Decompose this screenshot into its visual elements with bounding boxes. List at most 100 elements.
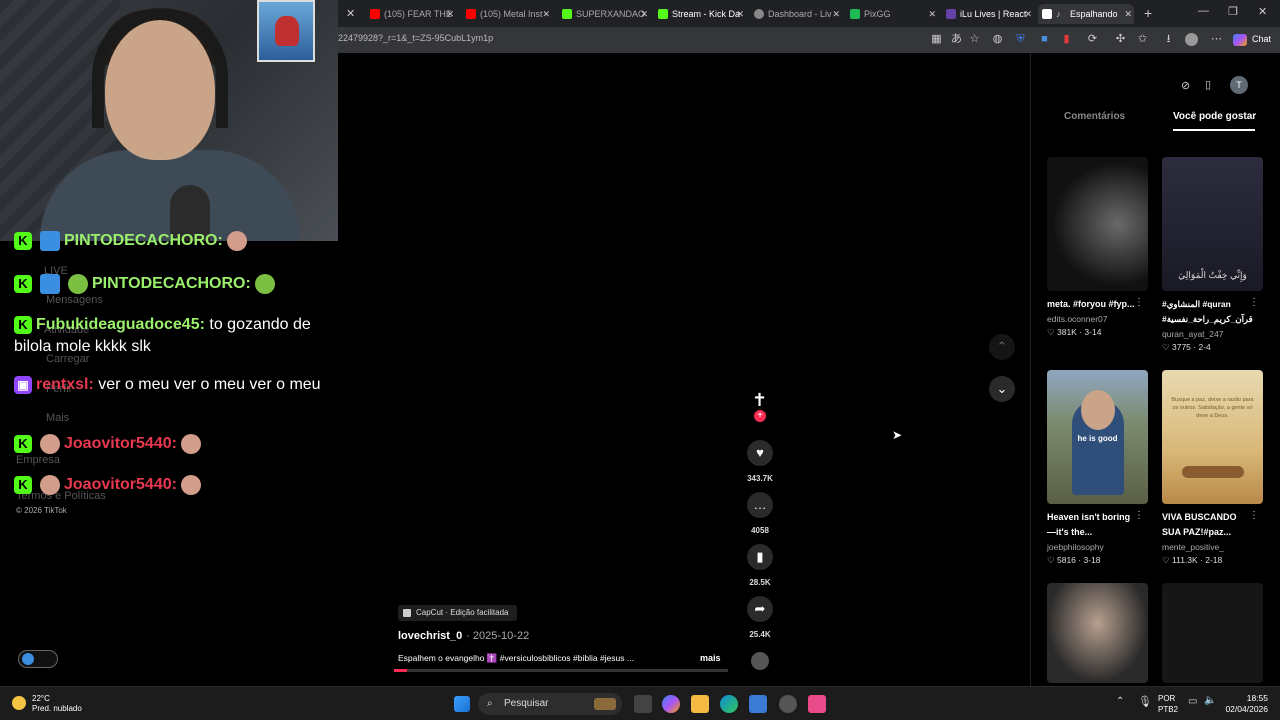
- tab-you-may-like[interactable]: Você pode gostar: [1173, 111, 1256, 122]
- tab-tiktok-active[interactable]: ♪ Espalhando ✕: [1038, 4, 1134, 24]
- card-author[interactable]: mente_positive_: [1162, 542, 1263, 552]
- sidebar-split-icon[interactable]: ▦: [930, 33, 943, 46]
- next-video-button[interactable]: ⌄: [989, 376, 1015, 402]
- copilot-chat-button[interactable]: Chat: [1252, 34, 1271, 44]
- tray-chevron-icon[interactable]: ⌃: [1116, 696, 1124, 707]
- volume-icon[interactable]: 🔈: [1204, 695, 1216, 706]
- close-tab-icon[interactable]: ✕: [736, 4, 744, 24]
- video-thumbnail[interactable]: [1047, 157, 1148, 291]
- creator-avatar[interactable]: ✝ +: [750, 390, 770, 422]
- taskbar-search[interactable]: ⌕ Pesquisar: [478, 693, 622, 715]
- close-window-icon[interactable]: ✕: [1258, 5, 1267, 18]
- app-icon[interactable]: [779, 695, 797, 713]
- tab-youtube-fear[interactable]: (105) FEAR THE ✕: [366, 4, 456, 24]
- card-author[interactable]: edits.oconner07: [1047, 314, 1148, 324]
- music-disc-icon[interactable]: [751, 652, 769, 670]
- tab-label: Espalhando: [1070, 9, 1118, 19]
- more-options-icon[interactable]: ⋮: [1249, 297, 1259, 308]
- comment-button[interactable]: …: [747, 492, 773, 518]
- recommended-video-card[interactable]: وَإِنِّي خِفْتُ الْمَوَالِيَ #المنشاوي #…: [1162, 157, 1263, 353]
- recommended-video-card[interactable]: Busque a paz, deixe a razão para os outr…: [1162, 370, 1263, 566]
- favorites-icon[interactable]: ✩: [1136, 33, 1149, 46]
- profile-avatar[interactable]: [1185, 33, 1198, 46]
- tab-pixgg[interactable]: PixGG ✕: [846, 4, 938, 24]
- translate-icon[interactable]: あ: [950, 33, 963, 46]
- weather-widget[interactable]: 22°C Pred. nublado: [12, 694, 82, 714]
- video-thumbnail[interactable]: وَإِنِّي خِفْتُ الْمَوَالِيَ: [1162, 157, 1263, 291]
- new-tab-icon[interactable]: +: [1144, 5, 1152, 21]
- tab-ilu-lives[interactable]: iLu Lives | React ✕: [942, 4, 1034, 24]
- shield-icon[interactable]: ⛨: [1014, 33, 1027, 46]
- task-view-icon[interactable]: [634, 695, 652, 713]
- more-options-icon[interactable]: ⋮: [1249, 510, 1259, 521]
- more-options-icon[interactable]: ⋮: [1134, 510, 1144, 521]
- compass-icon[interactable]: ⊘: [1181, 79, 1190, 92]
- more-menu-icon[interactable]: ⋯: [1210, 33, 1223, 46]
- card-author[interactable]: joebphilosophy: [1047, 542, 1148, 552]
- more-options-icon[interactable]: ⋮: [1134, 297, 1144, 308]
- microphone-icon[interactable]: 🎙: [1138, 695, 1152, 708]
- keyboard-language[interactable]: POR PTB2: [1158, 693, 1178, 715]
- author-name[interactable]: lovechrist_0: [398, 630, 462, 642]
- thumbnail-caption: Busque a paz, deixe a razão para os outr…: [1171, 397, 1254, 419]
- extensions-puzzle-icon[interactable]: ✣: [1114, 33, 1127, 46]
- download-icon[interactable]: ⭳: [1162, 33, 1175, 46]
- recommended-video-card[interactable]: meta. #foryou #fyp... edits.oconner07 ♡ …: [1047, 157, 1148, 338]
- extension-icon[interactable]: ◍: [991, 33, 1004, 46]
- share-button[interactable]: ➦: [747, 596, 773, 622]
- video-description: Espalhem o evangelho ✝️ #versiculosbibli…: [398, 653, 634, 663]
- close-tab-icon[interactable]: ✕: [346, 7, 355, 20]
- bookmark-button[interactable]: ▮: [747, 544, 773, 570]
- extension-icon[interactable]: ▮: [1060, 33, 1073, 46]
- close-tab-icon[interactable]: ✕: [1124, 4, 1132, 24]
- photos-icon[interactable]: [749, 695, 767, 713]
- user-avatar[interactable]: T: [1230, 76, 1248, 94]
- obs-app-icon[interactable]: [808, 695, 826, 713]
- extension-icon[interactable]: ■: [1038, 33, 1051, 46]
- tab-kick-superxandao[interactable]: SUPERXANDAO ✕: [558, 4, 650, 24]
- edge-browser-icon[interactable]: [720, 695, 738, 713]
- refresh-icon[interactable]: ⟳: [1086, 33, 1099, 46]
- close-tab-icon[interactable]: ✕: [542, 4, 550, 24]
- close-tab-icon[interactable]: ✕: [1024, 4, 1032, 24]
- copilot-taskbar-icon[interactable]: [662, 695, 680, 713]
- capcut-badge[interactable]: CapCut · Edição facilitada: [398, 605, 517, 621]
- minimize-icon[interactable]: —: [1198, 5, 1209, 17]
- video-thumbnail-loading[interactable]: [1162, 583, 1263, 683]
- url-text[interactable]: 22479928?_r=1&_t=ZS-95CubL1ym1p: [338, 33, 493, 43]
- chat-message: K PINTODECACHORO:: [14, 273, 324, 295]
- network-icon[interactable]: ▭: [1188, 696, 1197, 707]
- close-tab-icon[interactable]: ✕: [640, 4, 648, 24]
- video-progress-bar[interactable]: [394, 669, 728, 672]
- tab-comments[interactable]: Comentários: [1064, 111, 1125, 122]
- search-placeholder: Pesquisar: [504, 698, 549, 709]
- windows-start-icon[interactable]: [454, 696, 470, 712]
- feature-toggle[interactable]: [18, 650, 58, 668]
- phone-icon[interactable]: ▯: [1205, 78, 1211, 91]
- tab-youtube-metal[interactable]: (105) Metal Inst ✕: [462, 4, 552, 24]
- tab-label: iLu Lives | React: [960, 9, 1027, 19]
- video-thumbnail[interactable]: he is good: [1047, 370, 1148, 504]
- like-button[interactable]: ♥: [747, 440, 773, 466]
- emote-icon: [40, 433, 60, 454]
- favorite-star-icon[interactable]: ☆: [968, 33, 981, 46]
- video-author[interactable]: lovechrist_0 · 2025-10-22: [398, 630, 529, 642]
- capcut-label: CapCut · Edição facilitada: [416, 608, 509, 617]
- video-player[interactable]: ⌃ ⌄ ✝ + ♥ 343.7K … 4058 ▮ 28.5K ➦ 25.4K …: [338, 53, 1030, 686]
- video-thumbnail[interactable]: Busque a paz, deixe a razão para os outr…: [1162, 370, 1263, 504]
- wall-poster: [257, 0, 315, 62]
- previous-video-button[interactable]: ⌃: [989, 334, 1015, 360]
- system-clock[interactable]: 18:55 02/04/2026: [1225, 693, 1268, 715]
- video-thumbnail[interactable]: [1047, 583, 1148, 683]
- restore-icon[interactable]: ❐: [1228, 5, 1238, 18]
- card-author[interactable]: quran_ayat_247: [1162, 329, 1263, 339]
- tab-dashboard[interactable]: Dashboard - Liv ✕: [750, 4, 842, 24]
- more-button[interactable]: mais: [700, 653, 721, 663]
- recommended-video-card[interactable]: he is good Heaven isn't boring—it's the.…: [1047, 370, 1148, 566]
- follow-plus-icon[interactable]: +: [754, 410, 766, 422]
- tab-kick-stream[interactable]: Stream - Kick Da ✕: [654, 4, 746, 24]
- close-tab-icon[interactable]: ✕: [928, 4, 936, 24]
- close-tab-icon[interactable]: ✕: [832, 4, 840, 24]
- file-explorer-icon[interactable]: [691, 695, 709, 713]
- close-tab-icon[interactable]: ✕: [446, 4, 454, 24]
